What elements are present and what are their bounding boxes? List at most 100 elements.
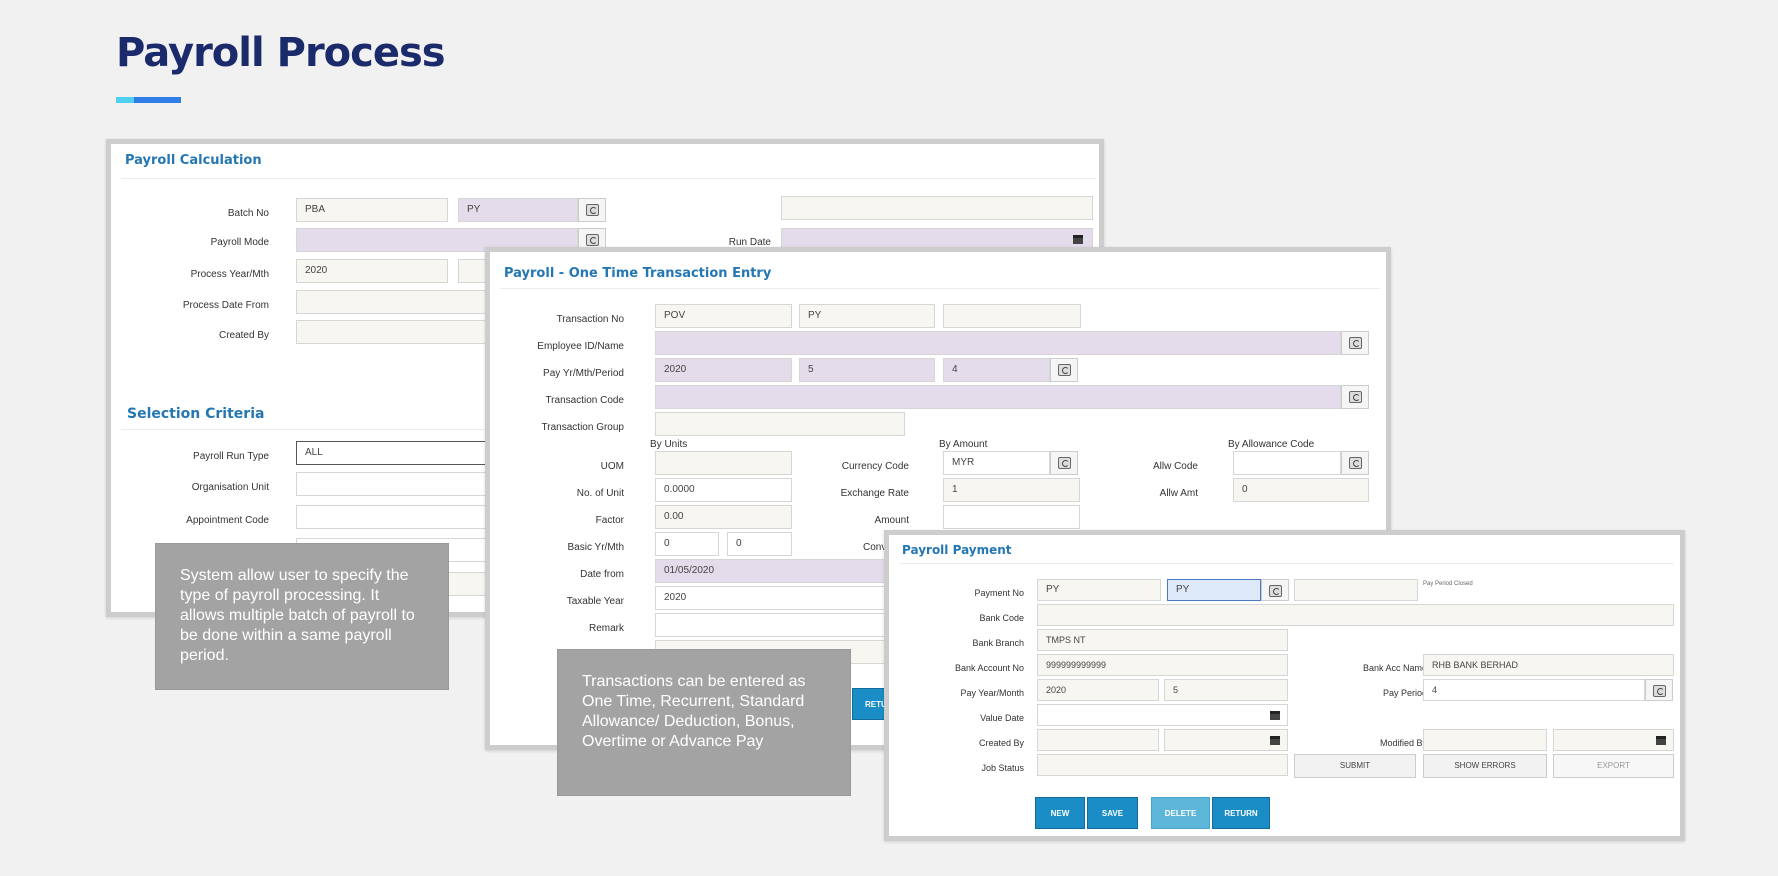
refresh-icon bbox=[1058, 364, 1071, 376]
new-button[interactable]: NEW bbox=[1035, 797, 1085, 829]
basic-yr-mth-label: Basic Yr/Mth bbox=[567, 542, 625, 553]
top-right-field[interactable] bbox=[781, 196, 1093, 220]
no-of-unit-field[interactable]: 0.0000 bbox=[655, 478, 792, 502]
note-box-2: Transactions can be entered as One Time,… bbox=[557, 649, 851, 796]
value-date-calendar-button[interactable] bbox=[1263, 705, 1287, 725]
currency-code-label: Currency Code bbox=[841, 461, 909, 472]
pay-period-field[interactable]: 4 bbox=[1423, 679, 1645, 701]
transaction-code-lookup-button[interactable] bbox=[1341, 385, 1369, 409]
save-button[interactable]: SAVE bbox=[1087, 797, 1138, 829]
selection-criteria-title: Selection Criteria bbox=[127, 406, 265, 422]
no-of-unit-label: No. of Unit bbox=[576, 488, 624, 499]
currency-lookup-button[interactable] bbox=[1050, 451, 1078, 475]
pay-year-field[interactable]: 2020 bbox=[655, 358, 792, 382]
pay-year-field[interactable]: 2020 bbox=[1037, 679, 1159, 701]
transaction-code-field[interactable] bbox=[655, 385, 1341, 409]
bank-acc-name-label: Bank Acc Name bbox=[1362, 663, 1427, 673]
created-by-field[interactable] bbox=[1037, 729, 1159, 751]
bank-account-no-label: Bank Account No bbox=[954, 663, 1024, 673]
batch-no-field[interactable]: PBA bbox=[296, 198, 448, 222]
payroll-run-type-label: Payroll Run Type bbox=[193, 451, 269, 462]
pay-month-field[interactable]: 5 bbox=[1164, 679, 1288, 701]
payment-no-field[interactable]: PY bbox=[1037, 579, 1161, 601]
pay-period-lookup-button[interactable] bbox=[1050, 358, 1078, 382]
by-allowance-heading: By Allowance Code bbox=[1228, 439, 1315, 450]
created-by-field[interactable] bbox=[296, 320, 496, 344]
pay-period-lookup-button[interactable] bbox=[1645, 679, 1673, 701]
submit-button[interactable]: SUBMIT bbox=[1294, 754, 1416, 778]
transaction-no-field[interactable]: POV bbox=[655, 304, 792, 328]
allw-code-label: Allw Code bbox=[1152, 461, 1198, 472]
pay-period-label: Pay Period bbox=[1382, 688, 1427, 698]
bank-code-field[interactable] bbox=[1037, 604, 1674, 626]
pay-month-field[interactable]: 5 bbox=[799, 358, 935, 382]
batch-type-field[interactable]: PY bbox=[458, 198, 578, 222]
panel-title: Payroll Payment bbox=[902, 543, 1012, 557]
amount-field[interactable] bbox=[943, 505, 1080, 529]
title-underline bbox=[116, 97, 181, 103]
transaction-extra-field[interactable] bbox=[943, 304, 1081, 328]
refresh-icon bbox=[1349, 457, 1362, 469]
appointment-code-label: Appointment Code bbox=[186, 515, 269, 526]
return-button[interactable]: RETURN bbox=[1212, 797, 1270, 829]
calendar-icon bbox=[1270, 736, 1280, 745]
delete-button[interactable]: DELETE bbox=[1151, 797, 1210, 829]
currency-code-field[interactable]: MYR bbox=[943, 451, 1050, 475]
pay-period-field[interactable]: 4 bbox=[943, 358, 1050, 382]
value-date-field[interactable] bbox=[1037, 704, 1288, 726]
employee-lookup-button[interactable] bbox=[1341, 331, 1369, 355]
allw-code-field[interactable] bbox=[1233, 451, 1341, 475]
factor-field[interactable]: 0.00 bbox=[655, 505, 792, 529]
date-from-field[interactable]: 01/05/2020 bbox=[655, 559, 885, 583]
job-status-label: Job Status bbox=[981, 763, 1024, 773]
remark-field[interactable] bbox=[655, 613, 885, 637]
basic-mth-field[interactable]: 0 bbox=[727, 532, 792, 556]
pay-period-label: Pay Yr/Mth/Period bbox=[543, 368, 624, 379]
modified-by-field[interactable] bbox=[1423, 729, 1547, 751]
panel-title: Payroll Calculation bbox=[125, 153, 262, 168]
bank-branch-field[interactable]: TMPS NT bbox=[1037, 629, 1288, 651]
divider bbox=[121, 429, 521, 430]
calendar-icon bbox=[1073, 235, 1083, 244]
refresh-icon bbox=[1349, 337, 1362, 349]
payment-extra-field[interactable] bbox=[1294, 579, 1418, 601]
exchange-rate-field[interactable]: 1 bbox=[943, 478, 1080, 502]
pay-year-month-label: Pay Year/Month bbox=[960, 688, 1024, 698]
created-by-label: Created By bbox=[218, 330, 269, 341]
allw-amt-label: Allw Amt bbox=[1159, 488, 1198, 499]
basic-yr-field[interactable]: 0 bbox=[655, 532, 719, 556]
uom-field[interactable] bbox=[655, 451, 792, 475]
taxable-year-label: Taxable Year bbox=[566, 596, 624, 607]
transaction-group-field[interactable] bbox=[655, 412, 905, 436]
payment-type-field[interactable]: PY bbox=[1167, 579, 1261, 601]
amount-label: Amount bbox=[874, 515, 909, 526]
bank-branch-label: Bank Branch bbox=[972, 638, 1024, 648]
created-date-calendar-button[interactable] bbox=[1263, 730, 1287, 750]
show-errors-button[interactable]: SHOW ERRORS bbox=[1423, 754, 1547, 778]
process-date-from-field[interactable] bbox=[296, 290, 496, 314]
process-year-field[interactable]: 2020 bbox=[296, 259, 448, 283]
divider bbox=[500, 288, 1380, 289]
taxable-year-field[interactable]: 2020 bbox=[655, 586, 885, 610]
appointment-code-field[interactable] bbox=[296, 505, 496, 529]
process-date-from-label: Process Date From bbox=[182, 300, 269, 311]
org-unit-field[interactable] bbox=[296, 472, 496, 496]
allw-code-lookup-button[interactable] bbox=[1341, 451, 1369, 475]
job-status-field[interactable] bbox=[1037, 754, 1288, 776]
modified-by-label: Modified By bbox=[1379, 738, 1427, 748]
bank-account-no-field[interactable]: 999999999999 bbox=[1037, 654, 1288, 676]
export-button[interactable]: EXPORT bbox=[1553, 754, 1674, 778]
uom-label: UOM bbox=[600, 461, 624, 472]
employee-field[interactable] bbox=[655, 331, 1341, 355]
bank-acc-name-field[interactable]: RHB BANK BERHAD bbox=[1423, 654, 1674, 676]
panel-title: Payroll - One Time Transaction Entry bbox=[504, 266, 772, 281]
transaction-type-field[interactable]: PY bbox=[799, 304, 935, 328]
payment-no-label: Payment No bbox=[974, 588, 1024, 598]
payment-lookup-button[interactable] bbox=[1261, 579, 1289, 601]
bank-code-label: Bank Code bbox=[979, 613, 1024, 623]
allw-amt-field[interactable]: 0 bbox=[1233, 478, 1369, 502]
modified-date-calendar-button[interactable] bbox=[1649, 730, 1673, 750]
payroll-run-type-select[interactable]: ALL bbox=[296, 441, 496, 465]
batch-lookup-button[interactable] bbox=[578, 198, 606, 222]
process-year-label: Process Year/Mth bbox=[190, 269, 269, 280]
